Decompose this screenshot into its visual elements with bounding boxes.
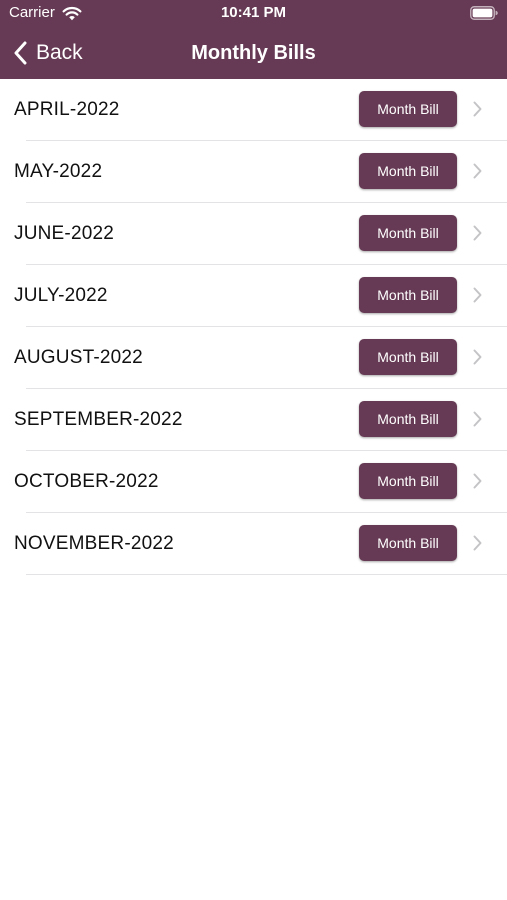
navigation-bar: Back Monthly Bills: [0, 28, 507, 79]
month-label: NOVEMBER-2022: [14, 532, 174, 554]
month-label: SEPTEMBER-2022: [14, 408, 183, 430]
status-time: 10:41 PM: [220, 4, 287, 21]
month-label: MAY-2022: [14, 160, 103, 182]
list-item[interactable]: AUGUST-2022 Month Bill: [0, 327, 507, 389]
chevron-right-icon: [473, 287, 482, 303]
month-bill-button[interactable]: Month Bill: [359, 339, 457, 375]
chevron-right-icon: [473, 535, 482, 551]
month-bill-button[interactable]: Month Bill: [359, 525, 457, 561]
month-bill-button[interactable]: Month Bill: [359, 401, 457, 437]
bill-list: APRIL-2022 Month Bill MAY-2022 Month Bill JU…: [0, 79, 507, 575]
list-item[interactable]: JULY-2022 Month Bill: [0, 265, 507, 327]
list-item[interactable]: NOVEMBER-2022 Month Bill: [0, 513, 507, 575]
list-item[interactable]: APRIL-2022 Month Bill: [0, 79, 507, 141]
chevron-right-icon: [473, 225, 482, 241]
month-label: JUNE-2022: [14, 222, 115, 244]
chevron-right-icon: [473, 411, 482, 427]
month-bill-button[interactable]: Month Bill: [359, 91, 457, 127]
month-label: AUGUST-2022: [14, 346, 143, 368]
list-item[interactable]: SEPTEMBER-2022 Month Bill: [0, 389, 507, 451]
month-label: JULY-2022: [14, 284, 108, 306]
monthly-bills-screen: Carrier 10:41 PM Back Monthly Bills APRI…: [0, 0, 507, 900]
list-item[interactable]: OCTOBER-2022 Month Bill: [0, 451, 507, 513]
header: Carrier 10:41 PM Back Monthly Bills: [0, 0, 507, 79]
month-label: APRIL-2022: [14, 98, 120, 120]
month-bill-button[interactable]: Month Bill: [359, 463, 457, 499]
month-bill-button[interactable]: Month Bill: [359, 277, 457, 313]
row-separator: [26, 574, 507, 575]
page-title: Monthly Bills: [191, 42, 316, 64]
status-bar: Carrier 10:41 PM: [0, 0, 507, 28]
battery-icon: [470, 6, 498, 20]
chevron-right-icon: [473, 349, 482, 365]
month-bill-button[interactable]: Month Bill: [359, 215, 457, 251]
list-item[interactable]: MAY-2022 Month Bill: [0, 141, 507, 203]
chevron-right-icon: [473, 101, 482, 117]
chevron-right-icon: [473, 473, 482, 489]
month-label: OCTOBER-2022: [14, 470, 159, 492]
month-bill-button[interactable]: Month Bill: [359, 153, 457, 189]
chevron-right-icon: [473, 163, 482, 179]
list-item[interactable]: JUNE-2022 Month Bill: [0, 203, 507, 265]
